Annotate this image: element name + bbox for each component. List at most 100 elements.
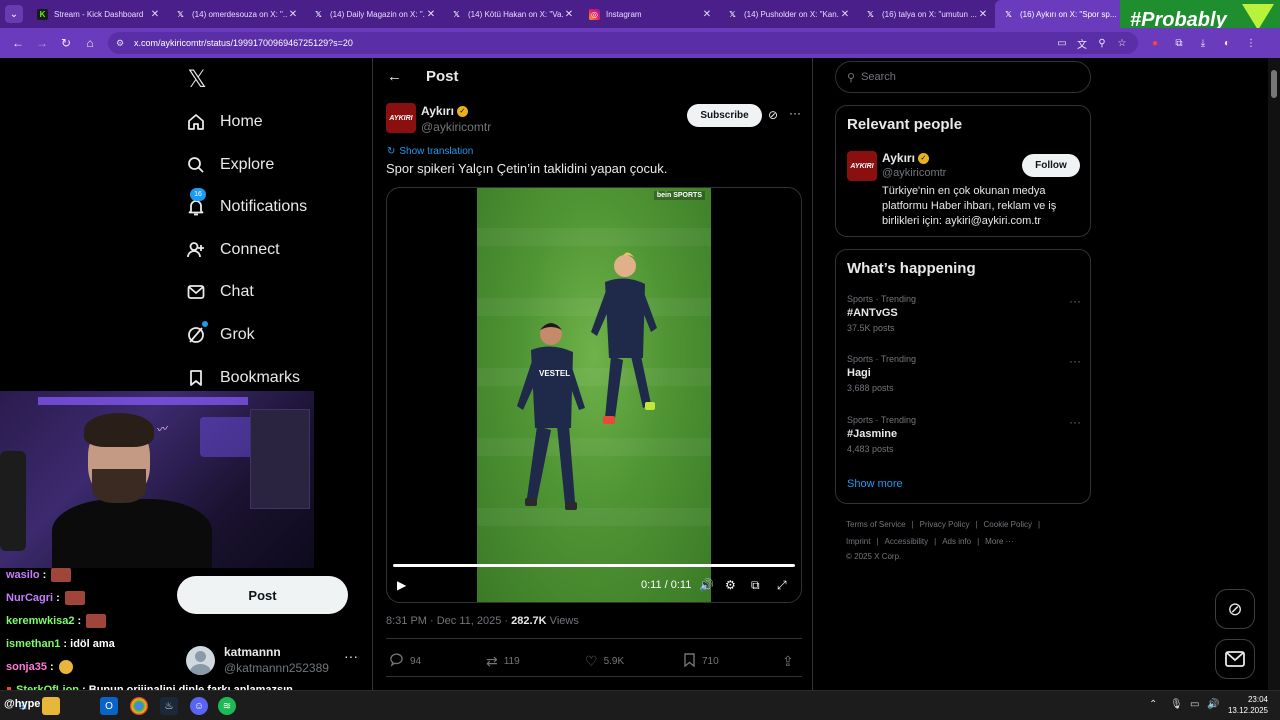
mail-icon xyxy=(1225,651,1245,667)
footer-link[interactable]: Imprint xyxy=(846,537,870,546)
subscribe-button[interactable]: Subscribe xyxy=(687,104,762,127)
footer-link[interactable]: Terms of Service xyxy=(846,520,906,529)
footer-separator: | xyxy=(977,537,980,546)
speaker-icon[interactable]: 🔊 xyxy=(1207,699,1219,710)
more-dots-icon[interactable]: ··· xyxy=(1069,354,1081,368)
close-icon[interactable]: ✕ xyxy=(701,9,713,20)
nav-item-bookmarks[interactable]: Bookmarks xyxy=(184,363,300,393)
relevant-person-name-row[interactable]: Aykırı ✓ xyxy=(882,151,929,165)
footer-link[interactable]: Ads info xyxy=(942,537,971,546)
spotify-icon[interactable]: ≋ xyxy=(218,697,236,715)
browser-tab[interactable]: 𝕏 (14) omerdesouza on X: "... ✕ xyxy=(167,0,305,28)
relevant-person-handle[interactable]: @aykiricomtr xyxy=(882,167,946,179)
outlook-icon[interactable]: O xyxy=(100,697,118,715)
profile-avatar-icon[interactable]: ◐ xyxy=(1218,34,1236,52)
trend-item[interactable]: Sports · Trending Hagi 3,688 posts ··· xyxy=(847,354,1081,393)
more-dots-icon[interactable]: ··· xyxy=(1069,415,1081,429)
author-avatar[interactable]: AYKIRI xyxy=(386,103,416,133)
browser-tab[interactable]: 𝕏 (16) talya on X: "umutun ... ✕ xyxy=(857,0,995,28)
messages-fab-button[interactable] xyxy=(1215,639,1255,679)
chrome-icon[interactable] xyxy=(130,697,148,715)
volume-icon[interactable]: 🔊 xyxy=(699,577,714,593)
repost-button[interactable]: ⇄ 119 xyxy=(486,652,520,670)
translate-icon[interactable]: 文 xyxy=(1074,35,1090,51)
reload-icon[interactable]: ↻ xyxy=(54,31,78,55)
footer-link[interactable]: Cookie Policy xyxy=(984,520,1032,529)
page-scrollbar[interactable] xyxy=(1268,58,1280,690)
browser-tab[interactable]: 𝕏 (14) Daily Magazin on X: "... ✕ xyxy=(305,0,443,28)
nav-item-explore[interactable]: Explore xyxy=(184,150,274,180)
show-translation-link[interactable]: ↻ Show translation xyxy=(387,146,473,157)
trend-item[interactable]: Sports · Trending #ANTvGS 37.5K posts ··… xyxy=(847,294,1081,333)
video-seek-bar[interactable] xyxy=(393,564,795,567)
close-icon[interactable]: ✕ xyxy=(839,9,851,20)
like-button[interactable]: ♡ 5.9K xyxy=(585,652,624,670)
bookmark-star-icon[interactable]: ☆ xyxy=(1114,35,1130,51)
nav-item-chat[interactable]: Chat xyxy=(184,277,254,307)
file-explorer-icon[interactable] xyxy=(42,697,60,715)
translate-icon: ↻ xyxy=(387,146,396,157)
tab-search-button[interactable]: ⌄ xyxy=(5,5,23,23)
grok-explain-icon[interactable]: ⊘ xyxy=(768,108,778,122)
back-arrow-icon[interactable]: ← xyxy=(387,68,402,85)
post-time[interactable]: 8:31 PM · Dec 11, 2025 · xyxy=(386,615,511,627)
back-arrow-icon[interactable]: ← xyxy=(6,31,30,55)
forward-arrow-icon[interactable]: → xyxy=(30,31,54,55)
nav-item-home[interactable]: Home xyxy=(184,107,263,137)
more-dots-icon[interactable]: ··· xyxy=(789,106,801,120)
browser-tab[interactable]: ◎ Instagram ✕ xyxy=(581,0,719,28)
display-icon[interactable]: ▭ xyxy=(1190,699,1199,710)
copyright-text: © 2025 X Corp. xyxy=(846,552,902,561)
bookmark-button[interactable]: 710 xyxy=(683,652,719,670)
kebab-menu-icon[interactable]: ⋮ xyxy=(1242,34,1260,52)
close-icon[interactable]: ✕ xyxy=(149,9,161,20)
more-dots-icon[interactable]: ··· xyxy=(1069,294,1081,308)
play-icon[interactable]: ▶ xyxy=(397,577,406,593)
close-icon[interactable]: ✕ xyxy=(563,9,575,20)
zoom-icon[interactable]: ⚲ xyxy=(1094,35,1110,51)
close-icon[interactable]: ✕ xyxy=(287,9,299,20)
fullscreen-icon[interactable]: ⤢ xyxy=(777,577,787,593)
extension-icon[interactable]: ● xyxy=(1146,34,1164,52)
author-handle[interactable]: @aykiricomtr xyxy=(421,120,491,134)
panel-title: Relevant people xyxy=(847,116,963,133)
browser-tab[interactable]: K Stream - Kick Dashboard ✕ xyxy=(29,0,167,28)
home-button-icon[interactable]: ⌂ xyxy=(78,31,102,55)
browser-tab-active[interactable]: 𝕏 (16) Aykırı on X: "Spor sp... xyxy=(995,0,1133,28)
video-player[interactable]: bein SPORTS VESTEL ▶ 0:11 / 0:11 🔊 ⚙ ⧉ ⤢ xyxy=(386,187,802,603)
footer-link[interactable]: Accessibility xyxy=(885,537,929,546)
author-avatar[interactable]: AYKIRI xyxy=(847,151,877,181)
search-icon xyxy=(184,153,208,177)
footer-more-link[interactable]: More ··· xyxy=(985,537,1013,546)
footer-link[interactable]: Privacy Policy xyxy=(920,520,970,529)
trend-item[interactable]: Sports · Trending #Jasmine 4,483 posts ·… xyxy=(847,415,1081,454)
browser-tab[interactable]: 𝕏 (14) Pusholder on X: "Kan... ✕ xyxy=(719,0,857,28)
scrollbar-thumb[interactable] xyxy=(1271,70,1277,98)
chevron-up-icon[interactable]: ⌃ xyxy=(1149,699,1157,710)
x-logo-icon[interactable]: 𝕏 xyxy=(182,64,212,94)
steam-icon[interactable]: ♨ xyxy=(160,697,178,715)
browser-tab[interactable]: 𝕏 (14) Kötü Hakan on X: "Va... ✕ xyxy=(443,0,581,28)
settings-gear-icon[interactable]: ⚙ xyxy=(725,577,736,593)
nav-item-grok[interactable]: Grok xyxy=(184,320,255,350)
close-icon[interactable]: ✕ xyxy=(977,9,989,20)
share-button[interactable]: ⇪ xyxy=(782,652,800,670)
author-name-row[interactable]: Aykırı ✓ xyxy=(421,104,468,118)
install-app-icon[interactable]: ▭ xyxy=(1054,35,1070,51)
reply-button[interactable]: 94 xyxy=(389,652,421,670)
follow-button[interactable]: Follow xyxy=(1022,154,1080,177)
taskbar-clock[interactable]: 23:04 13.12.2025 xyxy=(1226,694,1268,716)
nav-item-connect[interactable]: Connect xyxy=(184,235,280,265)
discord-icon[interactable]: ☺ xyxy=(190,697,208,715)
extensions-puzzle-icon[interactable]: ⧉ xyxy=(1170,34,1188,52)
microphone-icon[interactable]: 🎙 xyxy=(1170,699,1183,710)
picture-in-picture-icon[interactable]: ⧉ xyxy=(751,577,760,593)
site-info-icon[interactable]: ⚙ xyxy=(116,38,130,49)
grok-fab-button[interactable]: ⊘ xyxy=(1215,589,1255,629)
address-bar[interactable]: ⚙ x.com/aykiricomtr/status/1999170096946… xyxy=(108,32,1138,54)
close-icon[interactable]: ✕ xyxy=(425,9,437,20)
nav-item-notifications[interactable]: 16 Notifications xyxy=(184,188,307,222)
downloads-icon[interactable]: ⤓ xyxy=(1194,34,1212,52)
show-more-link[interactable]: Show more xyxy=(847,478,903,490)
search-input[interactable]: ⚲ Search xyxy=(835,61,1091,93)
